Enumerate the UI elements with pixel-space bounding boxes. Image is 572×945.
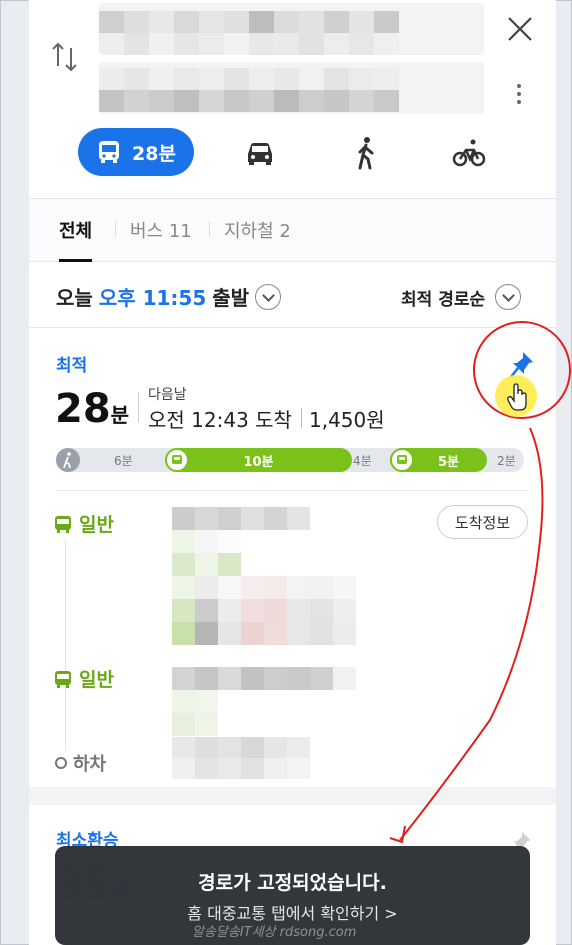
walk-icon[interactable] xyxy=(349,136,383,170)
tab-subway[interactable]: 지하철 2 xyxy=(224,217,291,243)
departure-suffix: 출발 xyxy=(212,286,250,310)
redacted-stop-info xyxy=(172,737,310,779)
sort-selector[interactable]: 최적 경로순 xyxy=(401,284,522,310)
bus-segment: 10분 xyxy=(165,448,352,472)
route-fare: 1,450원 xyxy=(301,404,385,433)
departure-time: 오후 11:55 xyxy=(98,286,207,310)
close-icon[interactable] xyxy=(505,14,535,44)
arrival-info-button[interactable]: 도착정보 xyxy=(437,505,528,539)
stop-ring-icon xyxy=(55,757,67,769)
route-type-tabs: 전체 버스 11 지하철 2 xyxy=(29,198,556,262)
leg-bus-1: 일반 xyxy=(53,510,114,537)
swap-icon[interactable] xyxy=(51,40,79,74)
tab-all[interactable]: 전체 xyxy=(59,217,93,262)
bus-icon xyxy=(55,670,71,688)
divider xyxy=(29,327,556,328)
toast-title: 경로가 고정되었습니다. xyxy=(198,872,387,894)
walk-icon xyxy=(56,448,80,472)
mode-bus-button[interactable]: 28분 xyxy=(78,128,194,176)
segment-label: 6분 xyxy=(114,454,133,468)
chevron-down-icon xyxy=(255,283,282,310)
redacted-stop-info xyxy=(172,507,310,530)
bus-icon xyxy=(165,448,189,472)
route-panel: 28분 전체 버스 11 지하철 2 오늘 오후 11:55 출발 최적 경로순 xyxy=(29,0,556,945)
segment-label: 2분 xyxy=(497,454,516,468)
watermark: 알송달송IT세상 rdsong.com xyxy=(192,925,357,940)
origin-field[interactable] xyxy=(99,3,484,55)
route-duration: 28분 xyxy=(55,386,130,432)
tab-bus[interactable]: 버스 11 xyxy=(130,217,192,243)
car-icon[interactable] xyxy=(243,136,277,170)
leg-bus-2: 일반 xyxy=(53,665,114,692)
redacted-stop-info xyxy=(172,667,356,736)
route-tag: 최적 xyxy=(56,356,88,376)
arrival-time: 오전 12:43 도착 xyxy=(148,408,292,432)
sort-label: 최적 경로순 xyxy=(401,289,486,310)
alight-label: 하차 xyxy=(55,750,106,776)
divider xyxy=(56,490,528,491)
destination-field[interactable] xyxy=(99,62,484,114)
segment-label: 4분 xyxy=(353,454,372,468)
route-timeline-bar: 6분 10분 4분 5분 2분 xyxy=(56,448,524,472)
chevron-down-icon xyxy=(495,284,522,310)
more-vertical-icon[interactable] xyxy=(513,80,525,108)
bus-icon xyxy=(55,515,71,533)
hand-cursor-icon xyxy=(507,383,527,411)
bus-icon xyxy=(390,448,414,472)
card-separator xyxy=(29,787,556,805)
bike-icon[interactable] xyxy=(452,136,486,170)
departure-time-selector[interactable]: 오늘 오후 11:55 출발 xyxy=(56,282,282,311)
mode-bus-label: 28분 xyxy=(132,142,176,165)
redacted-bus-list xyxy=(172,530,356,645)
bus-icon xyxy=(99,141,120,163)
departure-prefix: 오늘 xyxy=(56,286,93,310)
next-day-label: 다음날 xyxy=(148,387,187,403)
